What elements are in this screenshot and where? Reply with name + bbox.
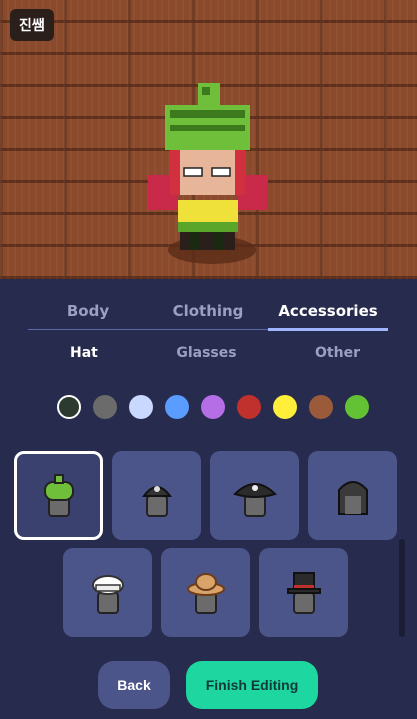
hat-item[interactable]: [161, 548, 250, 637]
hat-item[interactable]: [308, 451, 397, 540]
category-tabs: Body Clothing Accessories: [28, 299, 388, 331]
back-button[interactable]: Back: [98, 661, 170, 709]
tab-clothing[interactable]: Clothing: [148, 299, 268, 329]
straw-hat-icon: [186, 572, 225, 614]
subtab-hat[interactable]: Hat: [70, 345, 98, 361]
hat-item[interactable]: [210, 451, 299, 540]
color-swatch[interactable]: [93, 395, 117, 419]
subtab-glasses[interactable]: Glasses: [176, 345, 236, 361]
finish-editing-button[interactable]: Finish Editing: [186, 661, 318, 709]
editor-panel: Body Clothing Accessories Hat Glasses Ot…: [0, 279, 417, 719]
color-swatch[interactable]: [309, 395, 333, 419]
color-swatch[interactable]: [129, 395, 153, 419]
hat-item[interactable]: [63, 548, 152, 637]
color-swatch[interactable]: [345, 395, 369, 419]
tab-body[interactable]: Body: [28, 299, 148, 329]
subtab-other[interactable]: Other: [315, 345, 360, 361]
hat-item[interactable]: [259, 548, 348, 637]
avatar-preview: 진쌤: [0, 0, 417, 279]
hat-item[interactable]: [14, 451, 103, 540]
accessory-subtabs: Hat Glasses Other: [70, 345, 360, 361]
hat-grid-row-1: [14, 451, 397, 540]
hat-item[interactable]: [112, 451, 201, 540]
color-swatch[interactable]: [57, 395, 81, 419]
color-swatch[interactable]: [165, 395, 189, 419]
avatar-sprite: [148, 83, 268, 264]
hat-grid-row-2: [63, 548, 348, 637]
tab-accessories[interactable]: Accessories: [268, 299, 388, 331]
white-chef-hat-icon: [91, 574, 124, 614]
pirate-hat-icon: [232, 482, 277, 517]
color-swatches: [57, 395, 369, 419]
color-swatch[interactable]: [273, 395, 297, 419]
black-cap-hat-icon: [141, 485, 172, 517]
green-beanie-hat-icon: [43, 473, 74, 517]
scrollbar[interactable]: [399, 539, 405, 637]
color-swatch[interactable]: [201, 395, 225, 419]
top-hat-icon: [286, 571, 321, 614]
player-name-tag: 진쌤: [10, 9, 54, 41]
dark-hood-hat-icon: [337, 480, 368, 515]
color-swatch[interactable]: [237, 395, 261, 419]
